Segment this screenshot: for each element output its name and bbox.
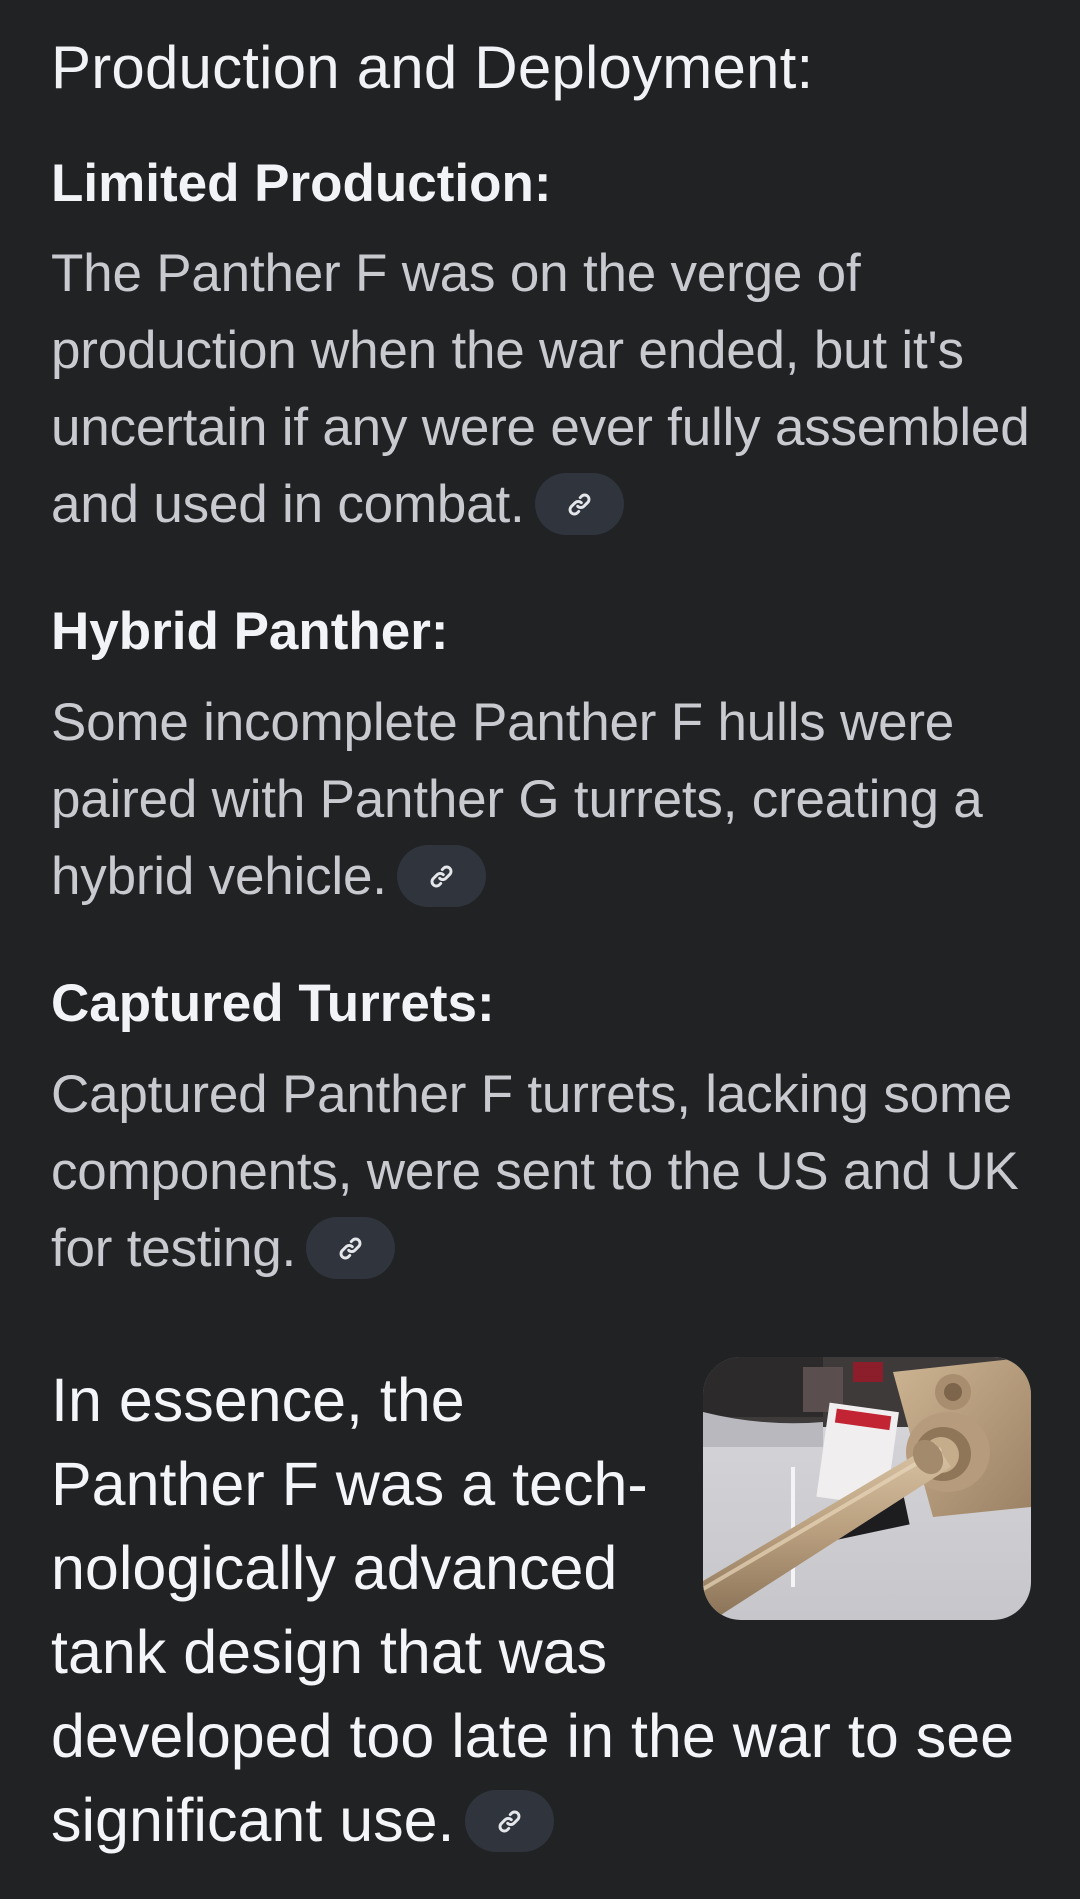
paragraph-text: Captured Panther F turrets, lacking some… [51, 1065, 1019, 1278]
link-icon [498, 1810, 520, 1833]
source-link-chip[interactable] [464, 1789, 554, 1852]
paragraph-captured-turrets: Captured Panther F turrets, lacking some… [51, 1056, 1041, 1287]
subheading-hybrid-panther: Hybrid Panther: [51, 602, 449, 661]
section-title: Production and Deployment: [51, 34, 814, 101]
link-icon [430, 865, 453, 888]
link-icon [339, 1237, 362, 1260]
source-link-chip[interactable] [306, 1217, 396, 1279]
paragraph-limited-production: The Panther F was on the verge of produc… [51, 235, 1041, 543]
subheading-captured-turrets: Captured Turrets: [51, 974, 495, 1033]
source-link-chip[interactable] [534, 473, 624, 535]
link-icon [568, 493, 590, 516]
tank-turret-image[interactable] [703, 1357, 1031, 1620]
subheading-limited-production: Limited Production: [51, 154, 552, 213]
tank-gun-photo [703, 1357, 1031, 1620]
source-link-chip[interactable] [396, 845, 486, 907]
paragraph-text: Some incomplete Panther F hulls were pai… [51, 693, 983, 906]
paragraph-hybrid-panther: Some incomplete Panther F hulls were pai… [51, 684, 1041, 915]
summary-block: In essence, the Panther F was a tech­nol… [51, 1357, 1041, 1862]
